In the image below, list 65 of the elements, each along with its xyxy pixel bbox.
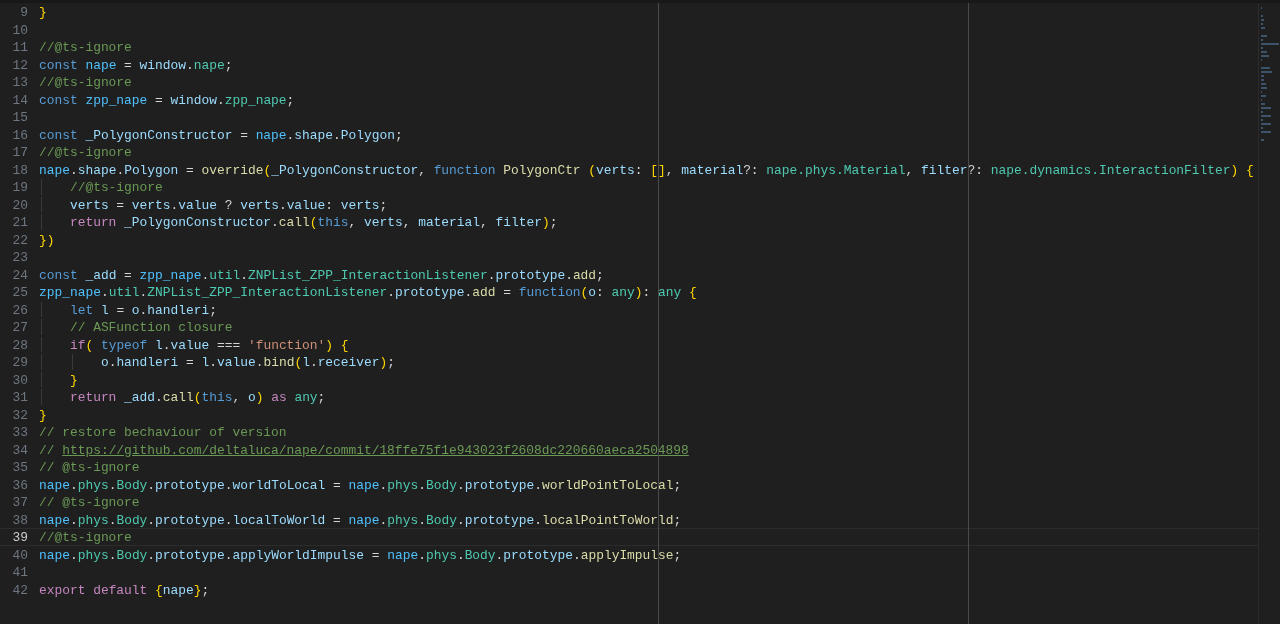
code-line: } [39,406,47,422]
code-line: } [68,371,78,387]
line-number: 16 [11,126,28,142]
line-number: 9 [19,4,28,20]
code-line: }) [39,231,55,247]
code-line: const _PolygonConstructor = nape.shape.Polygon; [39,126,403,142]
line-number: 14 [11,91,28,107]
code-line: // @ts-ignore [39,494,140,510]
url-link[interactable]: https://github.com/deltaluca/nape/commit/18ffe75f1e943023f2608dc220660aeca2504898 [62,442,689,458]
line-number: 22 [11,231,28,247]
line-number: 35 [11,459,28,475]
code-line: //@ts-ignore [39,74,132,90]
line-number: 19 [11,179,28,195]
line-number: 28 [11,336,28,352]
code-line: nape.phys.Body.prototype.localToWorld = nape.phys.Body.prototype.localPointToWorld; [39,511,682,527]
code-line: nape.phys.Body.prototype.worldToLocal = nape.phys.Body.prototype.worldPointToLocal; [39,476,682,492]
code-line: return _add.call(this, o) as any; [68,389,326,405]
line-number: 11 [11,39,28,55]
code-line: nape.phys.Body.prototype.applyWorldImpulse = nape.phys.Body.prototype.applyImpulse; [39,546,682,562]
line-number: 26 [11,301,28,317]
code-line: // https://github.com/deltaluca/nape/commit/18ffe75f1e943023f2608dc220660aeca2504898 [39,441,689,457]
line-number: 23 [11,249,28,265]
code-line: // restore bechaviour of version [39,424,287,440]
code-line: const _add = zpp_nape.util.ZNPList_ZPP_InteractionListener.prototype.add; [39,266,604,282]
line-number: 39 [11,529,28,545]
code-line: const zpp_nape = window.zpp_nape; [39,91,295,107]
code-line: const nape = window.nape; [39,56,233,72]
code-line: return _PolygonConstructor.call(this, verts, material, filter); [68,214,558,230]
line-number: 13 [11,74,28,90]
line-number: 30 [11,371,28,387]
line-number: 24 [11,266,28,282]
code-line: //@ts-ignore [39,529,132,545]
line-number: 29 [11,354,28,370]
line-number: 36 [11,476,28,492]
line-number: 31 [11,389,28,405]
line-number: 20 [11,196,28,212]
code-line: // ASFunction closure [68,319,233,335]
code-line: // @ts-ignore [39,459,140,475]
line-number: 12 [11,56,28,72]
code-line: if( typeof l.value === 'function') { [68,336,349,352]
code-line: //@ts-ignore [39,144,132,160]
line-number: 33 [11,424,28,440]
code-line: //@ts-ignore [68,179,163,195]
line-number: 21 [11,214,28,230]
line-number: 17 [11,144,28,160]
line-number: 27 [11,319,28,335]
code-line: let l = o.handleri; [68,301,217,317]
line-number: 15 [11,109,28,125]
line-number: 10 [11,21,28,37]
line-number: 41 [11,564,28,580]
line-number: 38 [11,511,28,527]
line-number: 25 [11,284,28,300]
code-line: } [39,4,47,20]
line-number: 32 [11,406,28,422]
line-number: 40 [11,546,28,562]
code-line: export default {nape}; [39,581,210,597]
line-number: 34 [11,441,28,457]
line-number: 37 [11,494,28,510]
code-line: verts = verts.value ? verts.value: verts; [68,196,388,212]
code-line: o.handleri = l.value.bind(l.receiver); [99,354,395,370]
line-number: 18 [11,161,28,177]
code-line: zpp_nape.util.ZNPList_ZPP_InteractionListener.prototype.add = function(o: any): any { [39,284,697,300]
line-number: 42 [11,581,28,597]
code-line: //@ts-ignore [39,39,132,55]
code-line: nape.shape.Polygon = override(_PolygonConstructor, function PolygonCtr (verts: [], material?: nape.phys.Material, filter?: nape.dynamics.InteractionFilter) { [39,161,1254,177]
